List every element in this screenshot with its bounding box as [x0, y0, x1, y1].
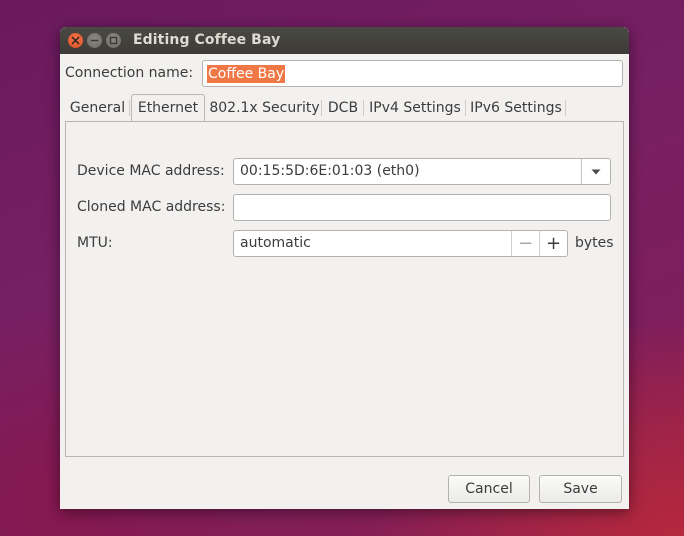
save-button[interactable]: Save [539, 475, 622, 503]
mtu-decrement-button[interactable]: − [511, 231, 539, 256]
tab-dcb-label: DCB [327, 100, 359, 116]
mtu-unit-label: bytes [575, 235, 614, 251]
tab-general[interactable]: General [65, 94, 130, 122]
window-title: Editing Coffee Bay [133, 32, 281, 48]
maximize-button[interactable] [106, 33, 121, 48]
connection-name-value: Coffee Bay [207, 65, 286, 83]
cloned-mac-label: Cloned MAC address: [77, 199, 226, 215]
title-bar[interactable]: Editing Coffee Bay [60, 27, 629, 54]
chevron-down-icon [591, 169, 601, 174]
cancel-button[interactable]: Cancel [448, 475, 530, 503]
device-mac-label: Device MAC address: [77, 163, 225, 179]
connection-name-label: Connection name: [65, 65, 194, 81]
mtu-value: automatic [240, 235, 311, 251]
edit-connection-dialog: Editing Coffee Bay Connection name: Coff… [60, 27, 629, 509]
tab-ethernet[interactable]: Ethernet [131, 94, 205, 123]
plus-icon: + [545, 233, 562, 254]
minimize-icon [90, 39, 99, 42]
mtu-spinbox[interactable]: automatic − + [233, 230, 568, 257]
tab-ethernet-label: Ethernet [137, 100, 199, 116]
cloned-mac-input[interactable] [233, 194, 611, 221]
device-mac-dropdown-button[interactable] [581, 159, 610, 184]
tab-dcb[interactable]: DCB [322, 94, 364, 122]
device-mac-combobox[interactable]: 00:15:5D:6E:01:03 (eth0) [233, 158, 611, 185]
tab-ipv4-settings-label: IPv4 Settings [369, 100, 461, 116]
tab-ipv6-settings-label: IPv6 Settings [470, 100, 562, 116]
device-mac-value: 00:15:5D:6E:01:03 (eth0) [240, 163, 420, 179]
tab-general-label: General [69, 100, 126, 116]
mtu-label: MTU: [77, 235, 113, 251]
minimize-button[interactable] [87, 33, 102, 48]
minus-icon: − [517, 233, 534, 254]
close-button[interactable] [68, 33, 83, 48]
close-icon [71, 36, 80, 45]
tab-ipv6-settings[interactable]: IPv6 Settings [466, 94, 566, 122]
mtu-increment-button[interactable]: + [539, 231, 567, 256]
connection-name-input[interactable]: Coffee Bay [202, 60, 623, 87]
tab-802-1x-security[interactable]: 802.1x Security [207, 94, 322, 122]
tab-802-1x-security-label: 802.1x Security [209, 100, 320, 116]
tab-ipv4-settings[interactable]: IPv4 Settings [364, 94, 466, 122]
maximize-icon [109, 36, 118, 45]
